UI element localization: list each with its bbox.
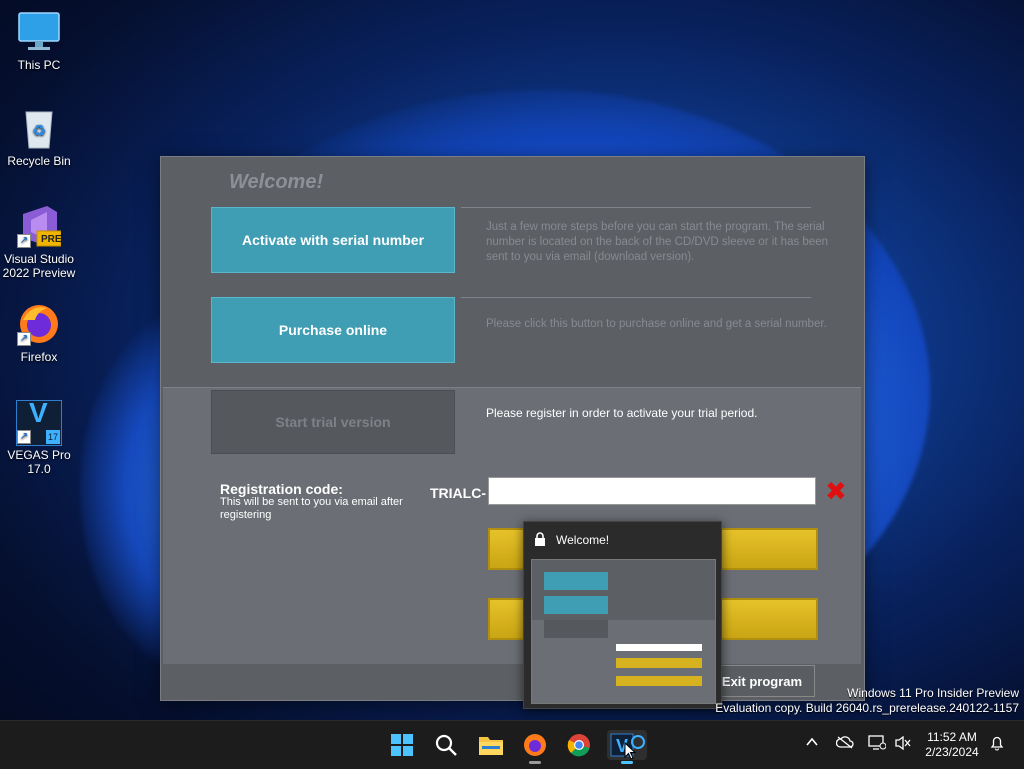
lock-icon	[533, 532, 547, 546]
running-indicator	[621, 761, 633, 764]
mouse-cursor-icon	[624, 741, 637, 760]
thumb-activate-button	[544, 572, 608, 590]
registration-code-input[interactable]	[488, 477, 816, 505]
clock-time: 11:52 AM	[927, 730, 977, 744]
onedrive-icon[interactable]	[835, 735, 854, 752]
desktop-icon-vegas-pro[interactable]: V 17 ↗ VEGAS Pro 17.0	[1, 399, 77, 477]
pre-badge: PRE	[41, 234, 62, 245]
visual-studio-icon: PRE ↗	[17, 204, 62, 248]
preview-title: Welcome!	[556, 533, 610, 547]
clear-input-icon[interactable]: ✖	[825, 478, 849, 504]
thumb-trial-button	[544, 620, 608, 638]
shortcut-arrow-icon: ↗	[17, 234, 31, 248]
trial-description: Please register in order to activate you…	[486, 406, 758, 420]
activate-description: Just a few more steps before you can sta…	[486, 221, 828, 263]
registration-prefix: TRIALC-	[430, 485, 486, 501]
trial-section: Start trial version Please register in o…	[163, 387, 861, 664]
desktop-icon-recycle-bin[interactable]: ♻ Recycle Bin	[1, 106, 77, 168]
activate-serial-button[interactable]: Activate with serial number	[211, 207, 455, 273]
desktop-icon-label: This PC	[17, 58, 61, 72]
desktop-icon-label: Firefox	[20, 350, 58, 364]
file-explorer-button[interactable]	[476, 730, 506, 760]
desktop-icon-this-pc[interactable]: This PC	[1, 10, 77, 72]
thumb-purchase-button	[544, 596, 608, 614]
shortcut-arrow-icon: ↗	[17, 332, 31, 346]
exit-program-button[interactable]: Exit program	[709, 665, 815, 697]
desktop-icon-label: VEGAS Pro 17.0	[7, 448, 71, 476]
welcome-dialog: Welcome! Activate with serial number Jus…	[160, 156, 865, 701]
show-hidden-icons-button[interactable]	[805, 735, 819, 752]
purchase-description: Please click this button to purchase onl…	[486, 318, 827, 330]
desktop-icon-label: Recycle Bin	[7, 154, 71, 168]
svg-text:♻: ♻	[32, 123, 46, 140]
dialog-title: Welcome!	[229, 171, 324, 193]
notifications-icon[interactable]	[989, 735, 1005, 754]
folder-icon	[479, 737, 503, 755]
vegas-pro-icon: V 17 ↗	[16, 399, 62, 446]
taskbar-thumbnail-preview[interactable]: Welcome!	[523, 521, 722, 709]
start-trial-button[interactable]: Start trial version	[211, 390, 455, 454]
divider	[461, 297, 811, 298]
desktop-icon-firefox[interactable]: ↗ Firefox	[1, 302, 77, 364]
desktop-icon-label: Visual Studio 2022 Preview	[2, 252, 76, 280]
thumb-yellow-button	[616, 676, 702, 686]
search-icon	[435, 734, 457, 756]
shortcut-arrow-icon: ↗	[17, 430, 31, 444]
preview-thumbnail	[531, 559, 716, 704]
thumb-input	[616, 644, 702, 651]
system-clock[interactable]: 11:52 AM 2/23/2024	[916, 730, 988, 760]
thumb-yellow-button	[616, 658, 702, 668]
chrome-icon	[567, 734, 590, 757]
volume-muted-icon[interactable]	[894, 735, 912, 754]
desktop-icon-visual-studio[interactable]: PRE ↗ Visual Studio 2022 Preview	[1, 204, 77, 280]
chevron-up-icon	[806, 737, 818, 746]
registration-code-label: Registration code:	[220, 481, 343, 497]
monitor-icon	[17, 10, 61, 54]
windows-icon	[391, 734, 413, 756]
watermark-line-1: Windows 11 Pro Insider Preview	[847, 686, 1019, 700]
registration-code-hint: This will be sent to you via email after…	[220, 496, 403, 521]
taskbar: V 11:52 AM 2/23/2024	[0, 720, 1024, 769]
search-button[interactable]	[431, 730, 461, 760]
purchase-online-button[interactable]: Purchase online	[211, 297, 455, 363]
network-icon[interactable]	[868, 735, 887, 754]
divider	[461, 207, 811, 208]
firefox-icon	[524, 734, 546, 756]
recycle-bin-icon: ♻	[17, 106, 61, 150]
clock-date: 2/23/2024	[925, 745, 979, 759]
firefox-taskbar-button[interactable]	[520, 730, 550, 764]
firefox-icon: ↗	[17, 302, 61, 346]
running-indicator	[529, 761, 541, 764]
watermark-line-2: Evaluation copy. Build 26040.rs_prerelea…	[715, 701, 1019, 715]
chrome-taskbar-button[interactable]	[564, 730, 594, 760]
start-button[interactable]	[387, 730, 417, 760]
